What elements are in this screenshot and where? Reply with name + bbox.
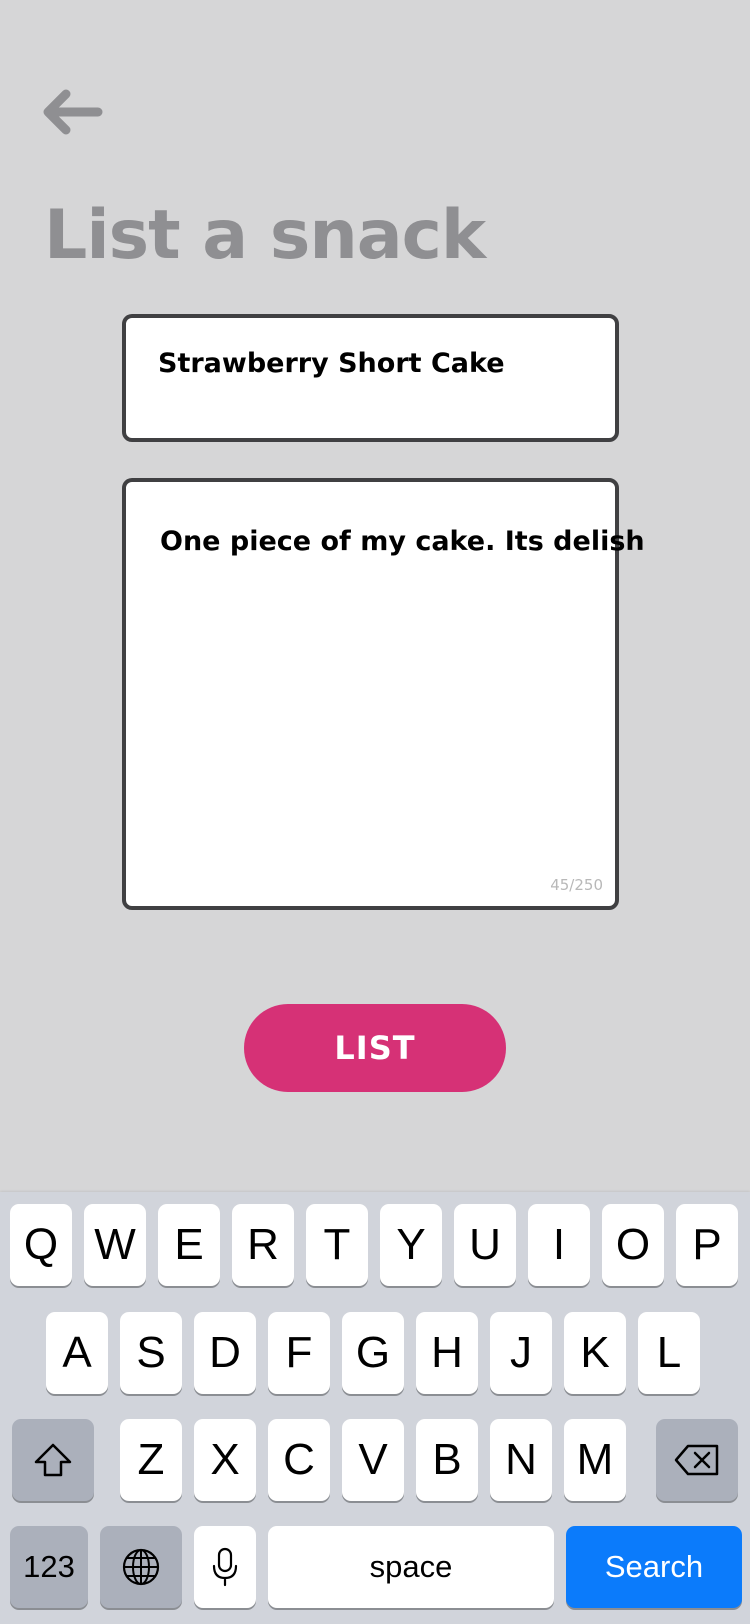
character-counter: 45/250 (550, 876, 603, 894)
shift-icon (34, 1443, 72, 1477)
dictation-key[interactable] (194, 1526, 256, 1608)
key-h[interactable]: H (416, 1312, 478, 1394)
key-p[interactable]: P (676, 1204, 738, 1286)
key-r[interactable]: R (232, 1204, 294, 1286)
on-screen-keyboard: Q W E R T Y U I O P A S D F G H J K L Z … (0, 1192, 750, 1624)
globe-icon (122, 1548, 160, 1586)
key-u[interactable]: U (454, 1204, 516, 1286)
microphone-icon (212, 1547, 238, 1587)
key-q[interactable]: Q (10, 1204, 72, 1286)
arrow-left-icon (43, 89, 103, 135)
key-k[interactable]: K (564, 1312, 626, 1394)
shift-key[interactable] (12, 1419, 94, 1501)
snack-description-field[interactable]: One piece of my cake. Its delish 45/250 (122, 478, 645, 910)
key-j[interactable]: J (490, 1312, 552, 1394)
key-i[interactable]: I (528, 1204, 590, 1286)
key-b[interactable]: B (416, 1419, 478, 1501)
list-button[interactable]: LIST (244, 1004, 506, 1092)
back-button[interactable] (36, 86, 106, 138)
key-n[interactable]: N (490, 1419, 552, 1501)
snack-description-value: One piece of my cake. Its delish (160, 526, 645, 557)
numbers-key[interactable]: 123 (10, 1526, 88, 1608)
key-t[interactable]: T (306, 1204, 368, 1286)
key-s[interactable]: S (120, 1312, 182, 1394)
key-x[interactable]: X (194, 1419, 256, 1501)
key-v[interactable]: V (342, 1419, 404, 1501)
key-e[interactable]: E (158, 1204, 220, 1286)
key-g[interactable]: G (342, 1312, 404, 1394)
key-z[interactable]: Z (120, 1419, 182, 1501)
key-w[interactable]: W (84, 1204, 146, 1286)
key-c[interactable]: C (268, 1419, 330, 1501)
delete-key[interactable] (656, 1419, 738, 1501)
search-key[interactable]: Search (566, 1526, 742, 1608)
key-f[interactable]: F (268, 1312, 330, 1394)
key-l[interactable]: L (638, 1312, 700, 1394)
key-a[interactable]: A (46, 1312, 108, 1394)
backspace-icon (674, 1444, 719, 1476)
snack-name-field[interactable]: Strawberry Short Cake (122, 314, 619, 442)
page-title: List a snack (44, 196, 486, 275)
key-y[interactable]: Y (380, 1204, 442, 1286)
globe-key[interactable] (100, 1526, 182, 1608)
space-key[interactable]: space (268, 1526, 554, 1608)
key-o[interactable]: O (602, 1204, 664, 1286)
key-d[interactable]: D (194, 1312, 256, 1394)
key-m[interactable]: M (564, 1419, 626, 1501)
snack-name-value: Strawberry Short Cake (158, 348, 505, 379)
